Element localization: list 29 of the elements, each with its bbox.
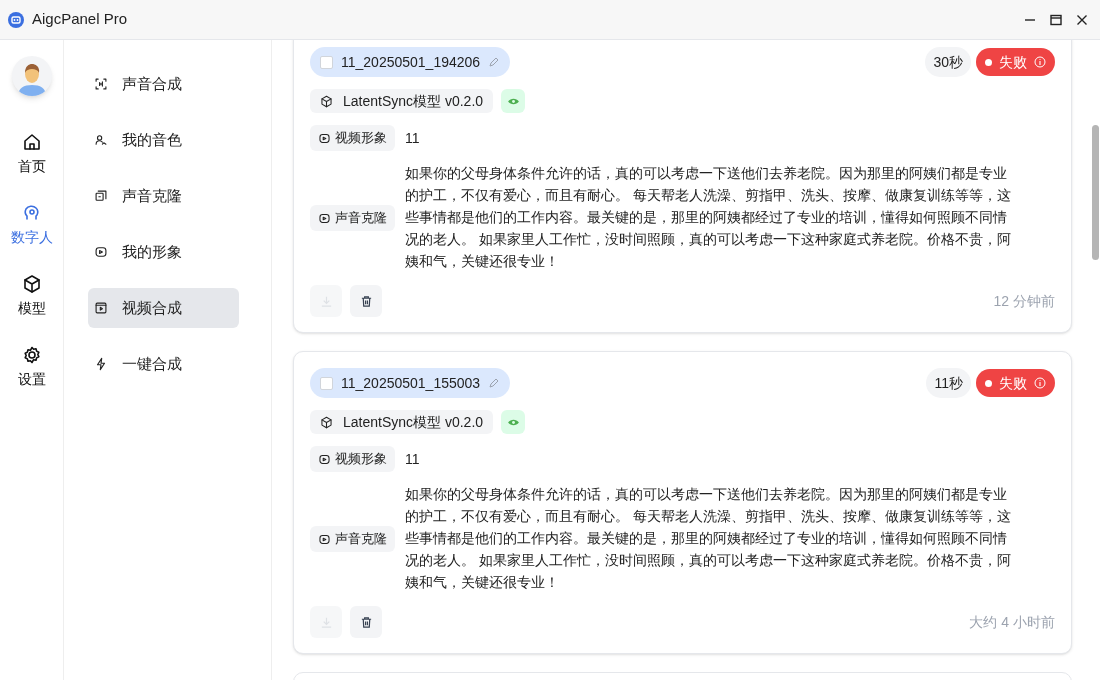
video-avatar-name: 11	[405, 128, 420, 148]
speech-text: 如果你的父母身体条件允许的话，真的可以考虑一下送他们去养老院。因为那里的阿姨们都是专业的护工，不仅有爱心，而且有耐心。 每天帮老人洗澡、剪指甲、洗头、按摩、做康复训练等等，这些事情都是他们的工作内容。最关键的是，那里的阿姨都经过了专业的培训，懂得如何照顾不同情况的老人。 如果家里人工作忙，没时间照顾，真的可以考虑一下这种家庭式养老院。价格不贵，阿姨和气，关键还很专业！	[405, 486, 1012, 592]
sub-menu-item[interactable]: 一键合成	[88, 344, 239, 384]
model-name: LatentSync模型 v0.2.0	[343, 412, 484, 432]
tag-label: 视频形象	[335, 129, 387, 148]
video-avatar-name: 11	[405, 449, 420, 469]
sub-menu-item[interactable]: 声音克隆	[88, 176, 239, 216]
sub-menu-item[interactable]: 我的音色	[88, 120, 239, 160]
task-title: 11_20250501_194206	[341, 52, 481, 72]
window-title: AigcPanel Pro	[32, 9, 128, 30]
sub-menu-item[interactable]: 声音合成	[88, 64, 239, 104]
speech-text: 如果你的父母身体条件允许的话，真的可以考虑一下送他们去养老院。因为那里的阿姨们都是专业的护工，不仅有爱心，而且有耐心。 每天帮老人洗澡、剪指甲、洗头、按摩、做康复训练等等，这些事情都是他们的工作内容。最关键的是，那里的阿姨都经过了专业的培训，懂得如何照顾不同情况的老人。 如果家里人工作忙，没时间照顾，真的可以考虑一下这种家庭式养老院。价格不贵，阿姨和气，关键还很专业！	[405, 165, 1012, 271]
timestamp: 大约 4 小时前	[969, 612, 1055, 632]
model-name: LatentSync模型 v0.2.0	[343, 91, 484, 111]
status-label: 失败	[999, 52, 1027, 72]
nav-rail-item[interactable]: 模型	[3, 270, 60, 323]
sub-menu-item[interactable]: 我的形象	[88, 232, 239, 272]
task-title: 11_20250501_155003	[341, 373, 481, 393]
timestamp: 12 分钟前	[993, 291, 1055, 311]
nav-rail-item[interactable]: 数字人	[3, 199, 60, 252]
nav-rail-item[interactable]: 设置	[3, 341, 60, 394]
tag-label: 声音克隆	[335, 530, 387, 549]
tag-label: 声音克隆	[335, 209, 387, 228]
nav-rail-item[interactable]: 首页	[3, 128, 60, 181]
status-label: 失败	[999, 373, 1027, 393]
duration-badge: 30秒	[925, 47, 971, 77]
tag-label: 视频形象	[335, 450, 387, 469]
sub-menu-item[interactable]: 视频合成	[88, 288, 239, 328]
duration-badge: 11秒	[926, 368, 971, 398]
